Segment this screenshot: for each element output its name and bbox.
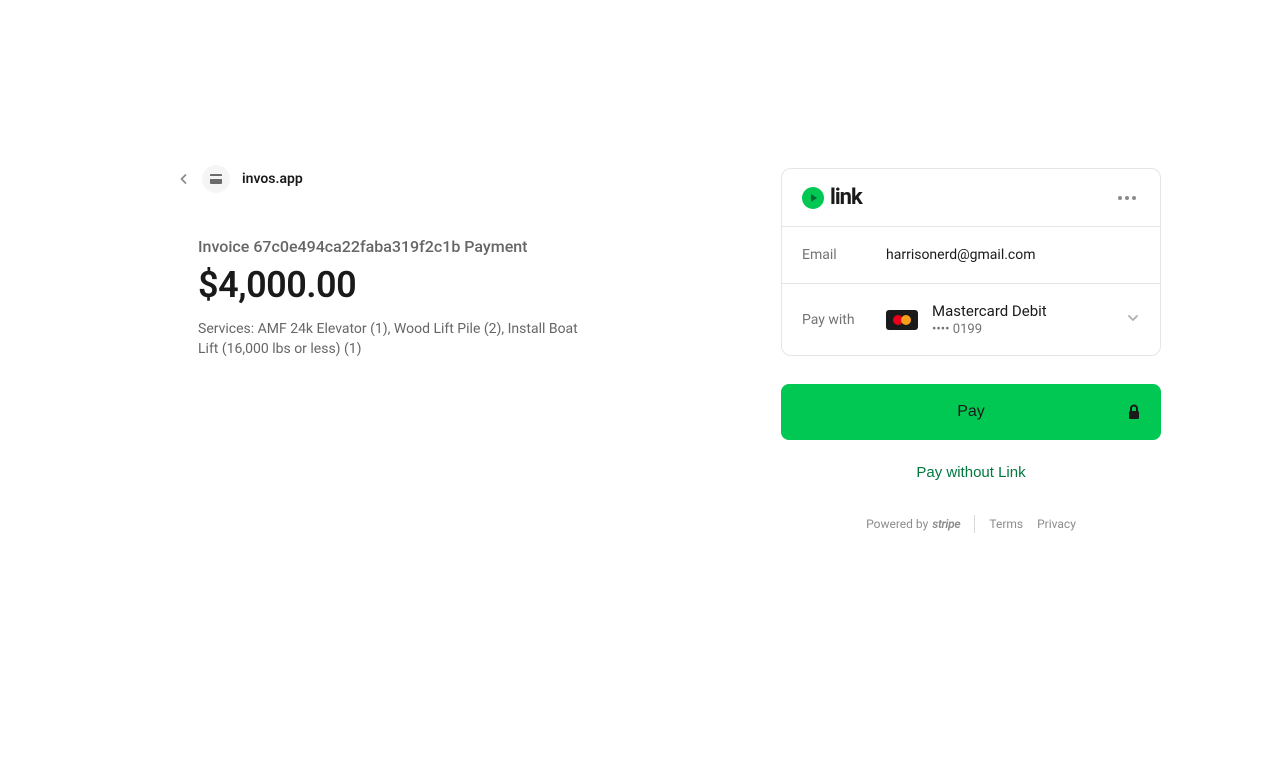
powered-by: Powered by stripe — [866, 517, 960, 531]
paywith-row[interactable]: Pay with Mastercard Debit •••• 0199 — [782, 284, 1160, 355]
link-logo: link — [802, 185, 862, 210]
card-type: Mastercard Debit — [932, 302, 1126, 320]
invoice-description: Services: AMF 24k Elevator (1), Wood Lif… — [198, 320, 578, 359]
link-logo-icon — [802, 187, 824, 209]
merchant-header: invos.app — [176, 165, 656, 193]
back-arrow-icon[interactable] — [176, 171, 192, 187]
payment-panel: link Email harrisonerd@gmail.com Pay wit… — [656, 0, 1286, 758]
merchant-name: invos.app — [242, 171, 303, 187]
terms-link[interactable]: Terms — [989, 517, 1023, 531]
email-label: Email — [802, 247, 886, 263]
email-row: Email harrisonerd@gmail.com — [782, 227, 1160, 284]
paywith-label: Pay with — [802, 312, 886, 328]
pay-button[interactable]: Pay — [781, 384, 1161, 440]
pay-without-link-button[interactable]: Pay without Link — [916, 464, 1025, 481]
card-last4: •••• 0199 — [932, 322, 1126, 337]
email-value: harrisonerd@gmail.com — [886, 247, 1036, 263]
lock-icon — [1127, 404, 1141, 420]
mastercard-icon — [886, 310, 918, 330]
chevron-down-icon — [1126, 310, 1140, 329]
link-payment-card: link Email harrisonerd@gmail.com Pay wit… — [781, 168, 1161, 356]
pay-button-label: Pay — [957, 403, 985, 421]
footer-divider — [974, 515, 975, 533]
invoice-title: Invoice 67c0e494ca22faba319f2c1b Payment — [198, 237, 656, 256]
merchant-avatar-icon — [202, 165, 230, 193]
privacy-link[interactable]: Privacy — [1037, 517, 1076, 531]
footer: Powered by stripe Terms Privacy — [866, 515, 1076, 533]
summary-panel: invos.app Invoice 67c0e494ca22faba319f2c… — [0, 0, 656, 758]
invoice-amount: $4,000.00 — [198, 264, 656, 306]
powered-label: Powered by — [866, 517, 928, 531]
more-options-icon[interactable] — [1114, 192, 1140, 204]
stripe-logo-text: stripe — [932, 517, 960, 531]
link-card-header: link — [782, 169, 1160, 227]
card-info: Mastercard Debit •••• 0199 — [932, 302, 1126, 337]
link-logo-text: link — [830, 185, 862, 210]
